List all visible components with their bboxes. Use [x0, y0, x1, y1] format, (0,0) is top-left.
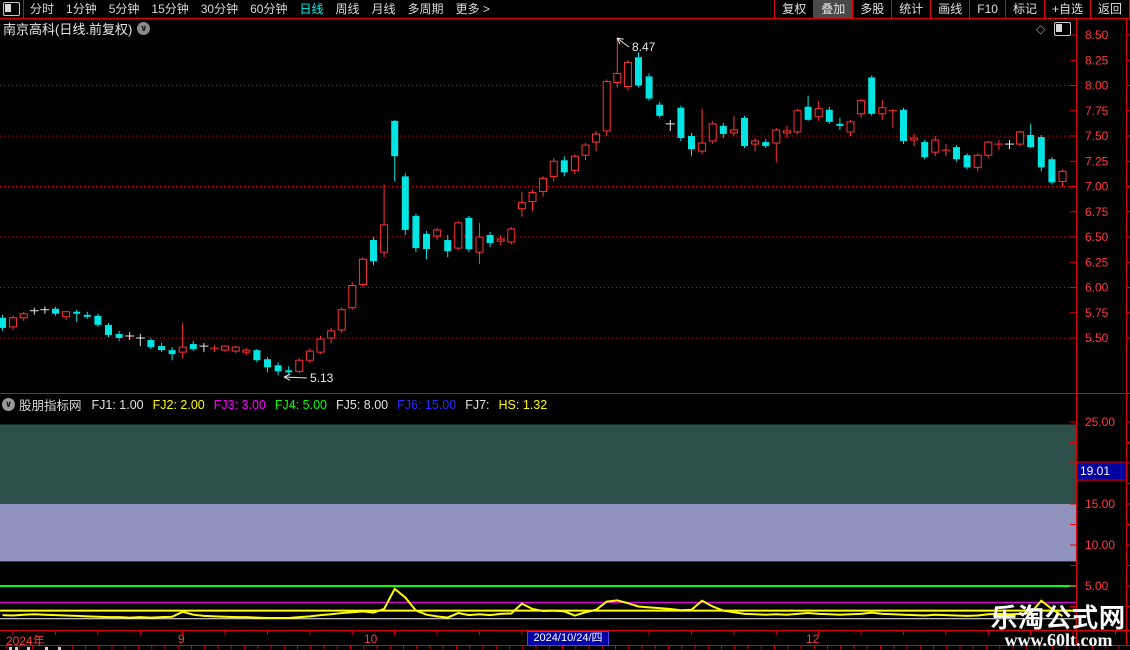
watermark: 乐淘公式网 www.60lt.com [991, 605, 1126, 650]
svg-text:7.75: 7.75 [1085, 104, 1109, 118]
selected-date-badge: 2024/10/24/四 [527, 631, 609, 646]
period-tab-3[interactable]: 15分钟 [151, 0, 188, 18]
svg-text:5.13: 5.13 [310, 371, 334, 385]
toolbar-button-1[interactable]: 叠加 [813, 0, 852, 18]
chart-title: 南京高科(日线.前复权) [3, 19, 132, 38]
svg-text:6.00: 6.00 [1085, 281, 1109, 295]
hs-line [3, 589, 1063, 618]
svg-text:8.47: 8.47 [632, 40, 656, 54]
indicator-param-4: FJ5: 8.00 [336, 398, 388, 412]
period-tab-1[interactable]: 1分钟 [66, 0, 97, 18]
period-tab-7[interactable]: 周线 [335, 0, 359, 18]
indicator-hlines [0, 586, 1076, 619]
period-tab-5[interactable]: 60分钟 [250, 0, 287, 18]
svg-text:7.25: 7.25 [1085, 154, 1109, 168]
period-tab-6[interactable]: 日线 [299, 0, 323, 18]
indicator-param-6: FJ7: [465, 398, 489, 412]
value-marker: 19.01 [1077, 462, 1126, 480]
svg-text:6.75: 6.75 [1085, 205, 1109, 219]
period-tab-9[interactable]: 多周期 [408, 0, 444, 18]
date-label-0: 2024年 [6, 632, 45, 649]
period-tabs: 分时 1分钟 5分钟 15分钟 30分钟 60分钟日线周线月线多周期更多 > [24, 0, 496, 18]
svg-text:10.00: 10.00 [1085, 538, 1115, 552]
gridlines [0, 86, 1076, 339]
svg-text:15.00: 15.00 [1085, 497, 1115, 511]
layout-icon[interactable] [3, 2, 20, 16]
indicator-bands [0, 424, 1076, 561]
date-label-3: 12 [806, 632, 819, 646]
price-annotations: 8.47 5.13 [284, 38, 656, 385]
period-tab-4[interactable]: 30分钟 [201, 0, 238, 18]
svg-text:8.50: 8.50 [1085, 28, 1109, 42]
indicator-param-2: FJ3: 3.00 [214, 398, 266, 412]
candle-series [0, 38, 1066, 375]
indicator-param-3: FJ4: 5.00 [275, 398, 327, 412]
period-tab-2[interactable]: 5分钟 [109, 0, 140, 18]
svg-text:6.50: 6.50 [1085, 230, 1109, 244]
date-label-1: 9 [178, 632, 185, 646]
toolbar-button-5[interactable]: F10 [969, 0, 1005, 18]
period-tab-0[interactable]: 分时 [30, 0, 54, 18]
watermark-url: www.60lt.com [991, 631, 1126, 650]
chevron-down-icon[interactable]: ∨ [2, 398, 15, 411]
svg-text:5.00: 5.00 [1085, 579, 1109, 593]
indicator-param-0: FJ1: 1.00 [92, 398, 144, 412]
app-window: 分时 1分钟 5分钟 15分钟 30分钟 60分钟日线周线月线多周期更多 > 复权叠加多股… [0, 0, 1130, 650]
toolbar-button-2[interactable]: 多股 [852, 0, 891, 18]
toolbar-button-8[interactable]: 返回 [1090, 0, 1130, 18]
toolbar-button-0[interactable]: 复权 [774, 0, 813, 18]
panel-layout-icon[interactable] [1054, 22, 1071, 36]
period-tab-10[interactable]: 更多 > [456, 0, 490, 18]
indicator-param-1: FJ2: 2.00 [153, 398, 205, 412]
indicator-param-7: HS: 1.32 [499, 398, 548, 412]
toolbar-buttons: 复权叠加多股统计画线F10标记+自选返回 [774, 0, 1130, 18]
watermark-title: 乐淘公式网 [991, 605, 1126, 631]
svg-text:8.00: 8.00 [1085, 79, 1109, 93]
toolbar-button-4[interactable]: 画线 [930, 0, 969, 18]
indicator-name: 股朋指标网 [19, 395, 82, 414]
svg-text:25.00: 25.00 [1085, 415, 1115, 429]
svg-text:6.25: 6.25 [1085, 255, 1109, 269]
price-axis: 8.50 8.25 8.00 7.75 7.50 7.25 7.00 6.75 6.50 6.25… [1070, 28, 1130, 345]
svg-text:7.00: 7.00 [1085, 180, 1109, 194]
indicator-params: FJ1: 1.00 FJ2: 2.00 FJ3: 3.00 FJ4: 5.00 FJ5:… [92, 398, 557, 412]
indicator-header: ∨ 股朋指标网 FJ1: 1.00 FJ2: 2.00 FJ3: 3.00 FJ4: … [2, 397, 556, 412]
svg-text:7.50: 7.50 [1085, 129, 1109, 143]
main-chart[interactable]: 8.50 8.25 8.00 7.75 7.50 7.25 7.00 6.75 6.50 6.25… [0, 18, 1130, 393]
toolbar-button-6[interactable]: 标记 [1005, 0, 1044, 18]
svg-text:8.25: 8.25 [1085, 53, 1109, 67]
indicator-chart[interactable]: 25.00 15.00 10.00 5.00 19.01 [0, 413, 1130, 630]
indicator-param-5: FJ6: 15.00 [397, 398, 456, 412]
diamond-icon[interactable]: ◇ [1036, 22, 1045, 36]
toolbar-button-3[interactable]: 统计 [891, 0, 930, 18]
svg-text:5.50: 5.50 [1085, 331, 1109, 345]
chevron-down-icon[interactable]: ∨ [137, 22, 150, 35]
chart-corner-icons: ◇ [1036, 22, 1071, 36]
top-toolbar: 分时 1分钟 5分钟 15分钟 30分钟 60分钟日线周线月线多周期更多 > 复权叠加多股… [0, 0, 1130, 18]
svg-text:5.75: 5.75 [1085, 306, 1109, 320]
clipped-next-panel-row [0, 646, 1130, 650]
panel-divider [0, 393, 1130, 394]
svg-text:19.01: 19.01 [1080, 464, 1110, 478]
toolbar-button-7[interactable]: +自选 [1044, 0, 1090, 18]
indicator-axis: 25.00 15.00 10.00 5.00 [1070, 415, 1130, 607]
chart-title-row: 南京高科(日线.前复权) ∨ [3, 21, 150, 36]
date-label-2: 10 [364, 632, 377, 646]
period-tab-8[interactable]: 月线 [372, 0, 396, 18]
